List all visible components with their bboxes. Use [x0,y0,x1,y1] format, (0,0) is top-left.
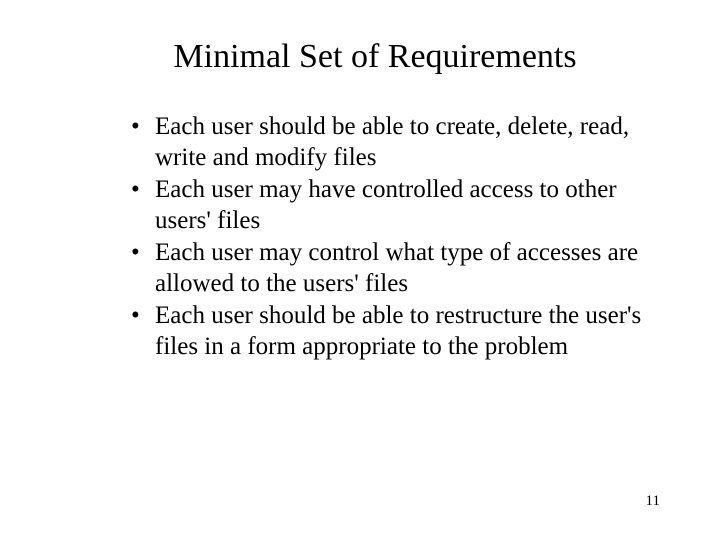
slide-title: Minimal Set of Requirements [60,38,660,76]
page-number: 11 [646,493,660,510]
list-item: Each user should be able to restructure … [155,301,650,362]
list-item: Each user may have controlled access to … [155,175,650,236]
list-item: Each user should be able to create, dele… [155,112,650,173]
list-item: Each user may control what type of acces… [155,238,650,299]
bullet-list: Each user should be able to create, dele… [60,112,660,362]
